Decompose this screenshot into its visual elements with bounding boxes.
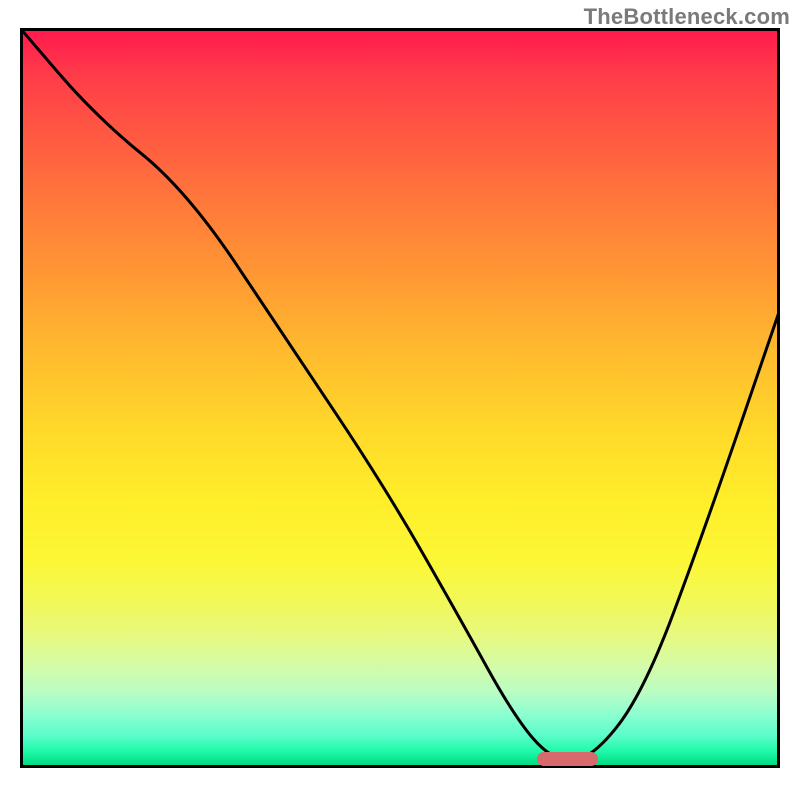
plot-frame	[22, 30, 779, 767]
plot-area	[20, 28, 780, 768]
plot	[20, 28, 780, 788]
optimal-marker	[537, 752, 598, 766]
chart-svg	[20, 28, 780, 768]
bottleneck-curve	[20, 28, 780, 761]
watermark-text: TheBottleneck.com	[584, 4, 790, 30]
chart-container: TheBottleneck.com	[0, 0, 800, 800]
